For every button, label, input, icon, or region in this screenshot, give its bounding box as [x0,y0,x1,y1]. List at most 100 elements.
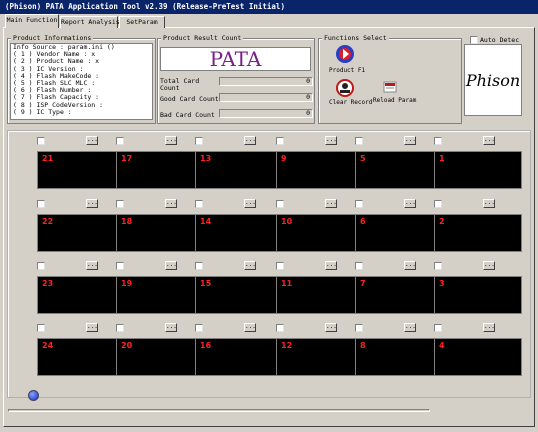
slot-number: 9 [281,154,287,163]
slot-number: 12 [281,341,293,350]
slot-display: 22 [37,214,125,252]
slot-checkbox[interactable] [355,137,363,145]
slot-detail-button[interactable]: ... [483,261,495,270]
slot-detail-button[interactable]: ... [86,261,98,270]
good-card-value: 0 [219,93,313,102]
slot-number: 11 [281,279,293,288]
slot-checkbox[interactable] [434,262,442,270]
product-button-label: Product F1 [329,67,366,74]
slot-checkbox[interactable] [434,137,442,145]
slot-checkbox[interactable] [116,324,124,332]
slot-detail-button[interactable]: ... [244,136,256,145]
slot-number: 10 [281,217,293,226]
slot-detail-button[interactable]: ... [86,199,98,208]
slot-detail-button[interactable]: ... [325,323,337,332]
slot-number: 15 [200,279,212,288]
slot-number: 23 [42,279,54,288]
tab-report-analysis[interactable]: Report Analysis [60,16,120,28]
slot-checkbox[interactable] [37,200,45,208]
slot-detail-button[interactable]: ... [325,261,337,270]
slot-checkbox[interactable] [195,137,203,145]
bad-card-value: 0 [219,109,313,118]
tab-setparam[interactable]: SetParam [119,16,165,28]
slot-number: 6 [360,217,366,226]
slot-detail-button[interactable]: ... [165,323,177,332]
slot-detail-button[interactable]: ... [483,199,495,208]
slot-display: 17 [116,151,204,189]
auto-detect-checkbox[interactable] [470,36,478,44]
slot-detail-button[interactable]: ... [244,199,256,208]
slot-checkbox[interactable] [434,200,442,208]
slot-checkbox[interactable] [355,200,363,208]
slot-number: 24 [42,341,54,350]
slot-display: 9 [276,151,364,189]
slot-display: 3 [434,276,522,314]
slot-display: 2 [434,214,522,252]
result-count-label: Product Result Count [161,34,244,42]
slot-checkbox[interactable] [37,324,45,332]
slot-checkbox[interactable] [116,262,124,270]
progress-bar [8,409,430,412]
reload-param-icon [383,81,397,93]
slot-display: 21 [37,151,125,189]
slot-detail-button[interactable]: ... [325,199,337,208]
slot-display: 7 [355,276,443,314]
slot-checkbox[interactable] [355,262,363,270]
auto-detect-label: Auto Detec [480,36,520,44]
clear-record-label: Clear Record [329,99,373,106]
slot-checkbox[interactable] [195,200,203,208]
slot-number: 8 [360,341,366,350]
slot-checkbox[interactable] [116,137,124,145]
slot-detail-button[interactable]: ... [244,323,256,332]
slot-detail-button[interactable]: ... [483,136,495,145]
slot-checkbox[interactable] [37,137,45,145]
slot-detail-button[interactable]: ... [404,199,416,208]
slot-number: 20 [121,341,133,350]
slot-checkbox[interactable] [116,200,124,208]
product-button[interactable]: Product F1 [329,44,366,74]
slot-detail-button[interactable]: ... [404,323,416,332]
slot-detail-button[interactable]: ... [86,323,98,332]
slot-display: 18 [116,214,204,252]
slot-detail-button[interactable]: ... [404,261,416,270]
slot-checkbox[interactable] [37,262,45,270]
phison-logo: Phison [464,44,522,116]
slot-checkbox[interactable] [195,324,203,332]
slot-detail-button[interactable]: ... [244,261,256,270]
slot-checkbox[interactable] [276,137,284,145]
slot-display: 14 [195,214,283,252]
slot-checkbox[interactable] [434,324,442,332]
status-indicator-icon [28,390,39,401]
reload-param-button[interactable]: Reload Param [373,80,416,110]
slot-display: 24 [37,338,125,376]
slot-detail-button[interactable]: ... [165,136,177,145]
slot-detail-button[interactable]: ... [165,199,177,208]
slot-number: 14 [200,217,212,226]
slot-checkbox[interactable] [276,262,284,270]
slot-number: 18 [121,217,133,226]
slot-checkbox[interactable] [195,262,203,270]
info-line: ( 9 ) IC Type : [13,107,72,116]
slot-detail-button[interactable]: ... [483,323,495,332]
slot-display: 1 [434,151,522,189]
slot-number: 7 [360,279,366,288]
slot-checkbox[interactable] [276,200,284,208]
slot-detail-button[interactable]: ... [325,136,337,145]
slot-detail-button[interactable]: ... [165,261,177,270]
clear-record-button[interactable]: Clear Record [329,78,373,110]
slot-checkbox[interactable] [276,324,284,332]
slot-checkbox[interactable] [355,324,363,332]
slot-detail-button[interactable]: ... [86,136,98,145]
bad-card-label: Bad Card Count [160,111,215,119]
slot-detail-button[interactable]: ... [404,136,416,145]
slot-number: 19 [121,279,133,288]
clear-record-icon [336,79,354,97]
slot-number: 3 [439,279,445,288]
product-info-label: Product Informations [11,34,94,42]
slot-number: 2 [439,217,445,226]
product-info-box: Info Source : param.ini () ( 1 ) Vendor … [10,43,153,120]
slot-number: 13 [200,154,212,163]
slot-number: 16 [200,341,212,350]
slot-display: 23 [37,276,125,314]
tab-main-function[interactable]: Main Function [5,14,59,28]
